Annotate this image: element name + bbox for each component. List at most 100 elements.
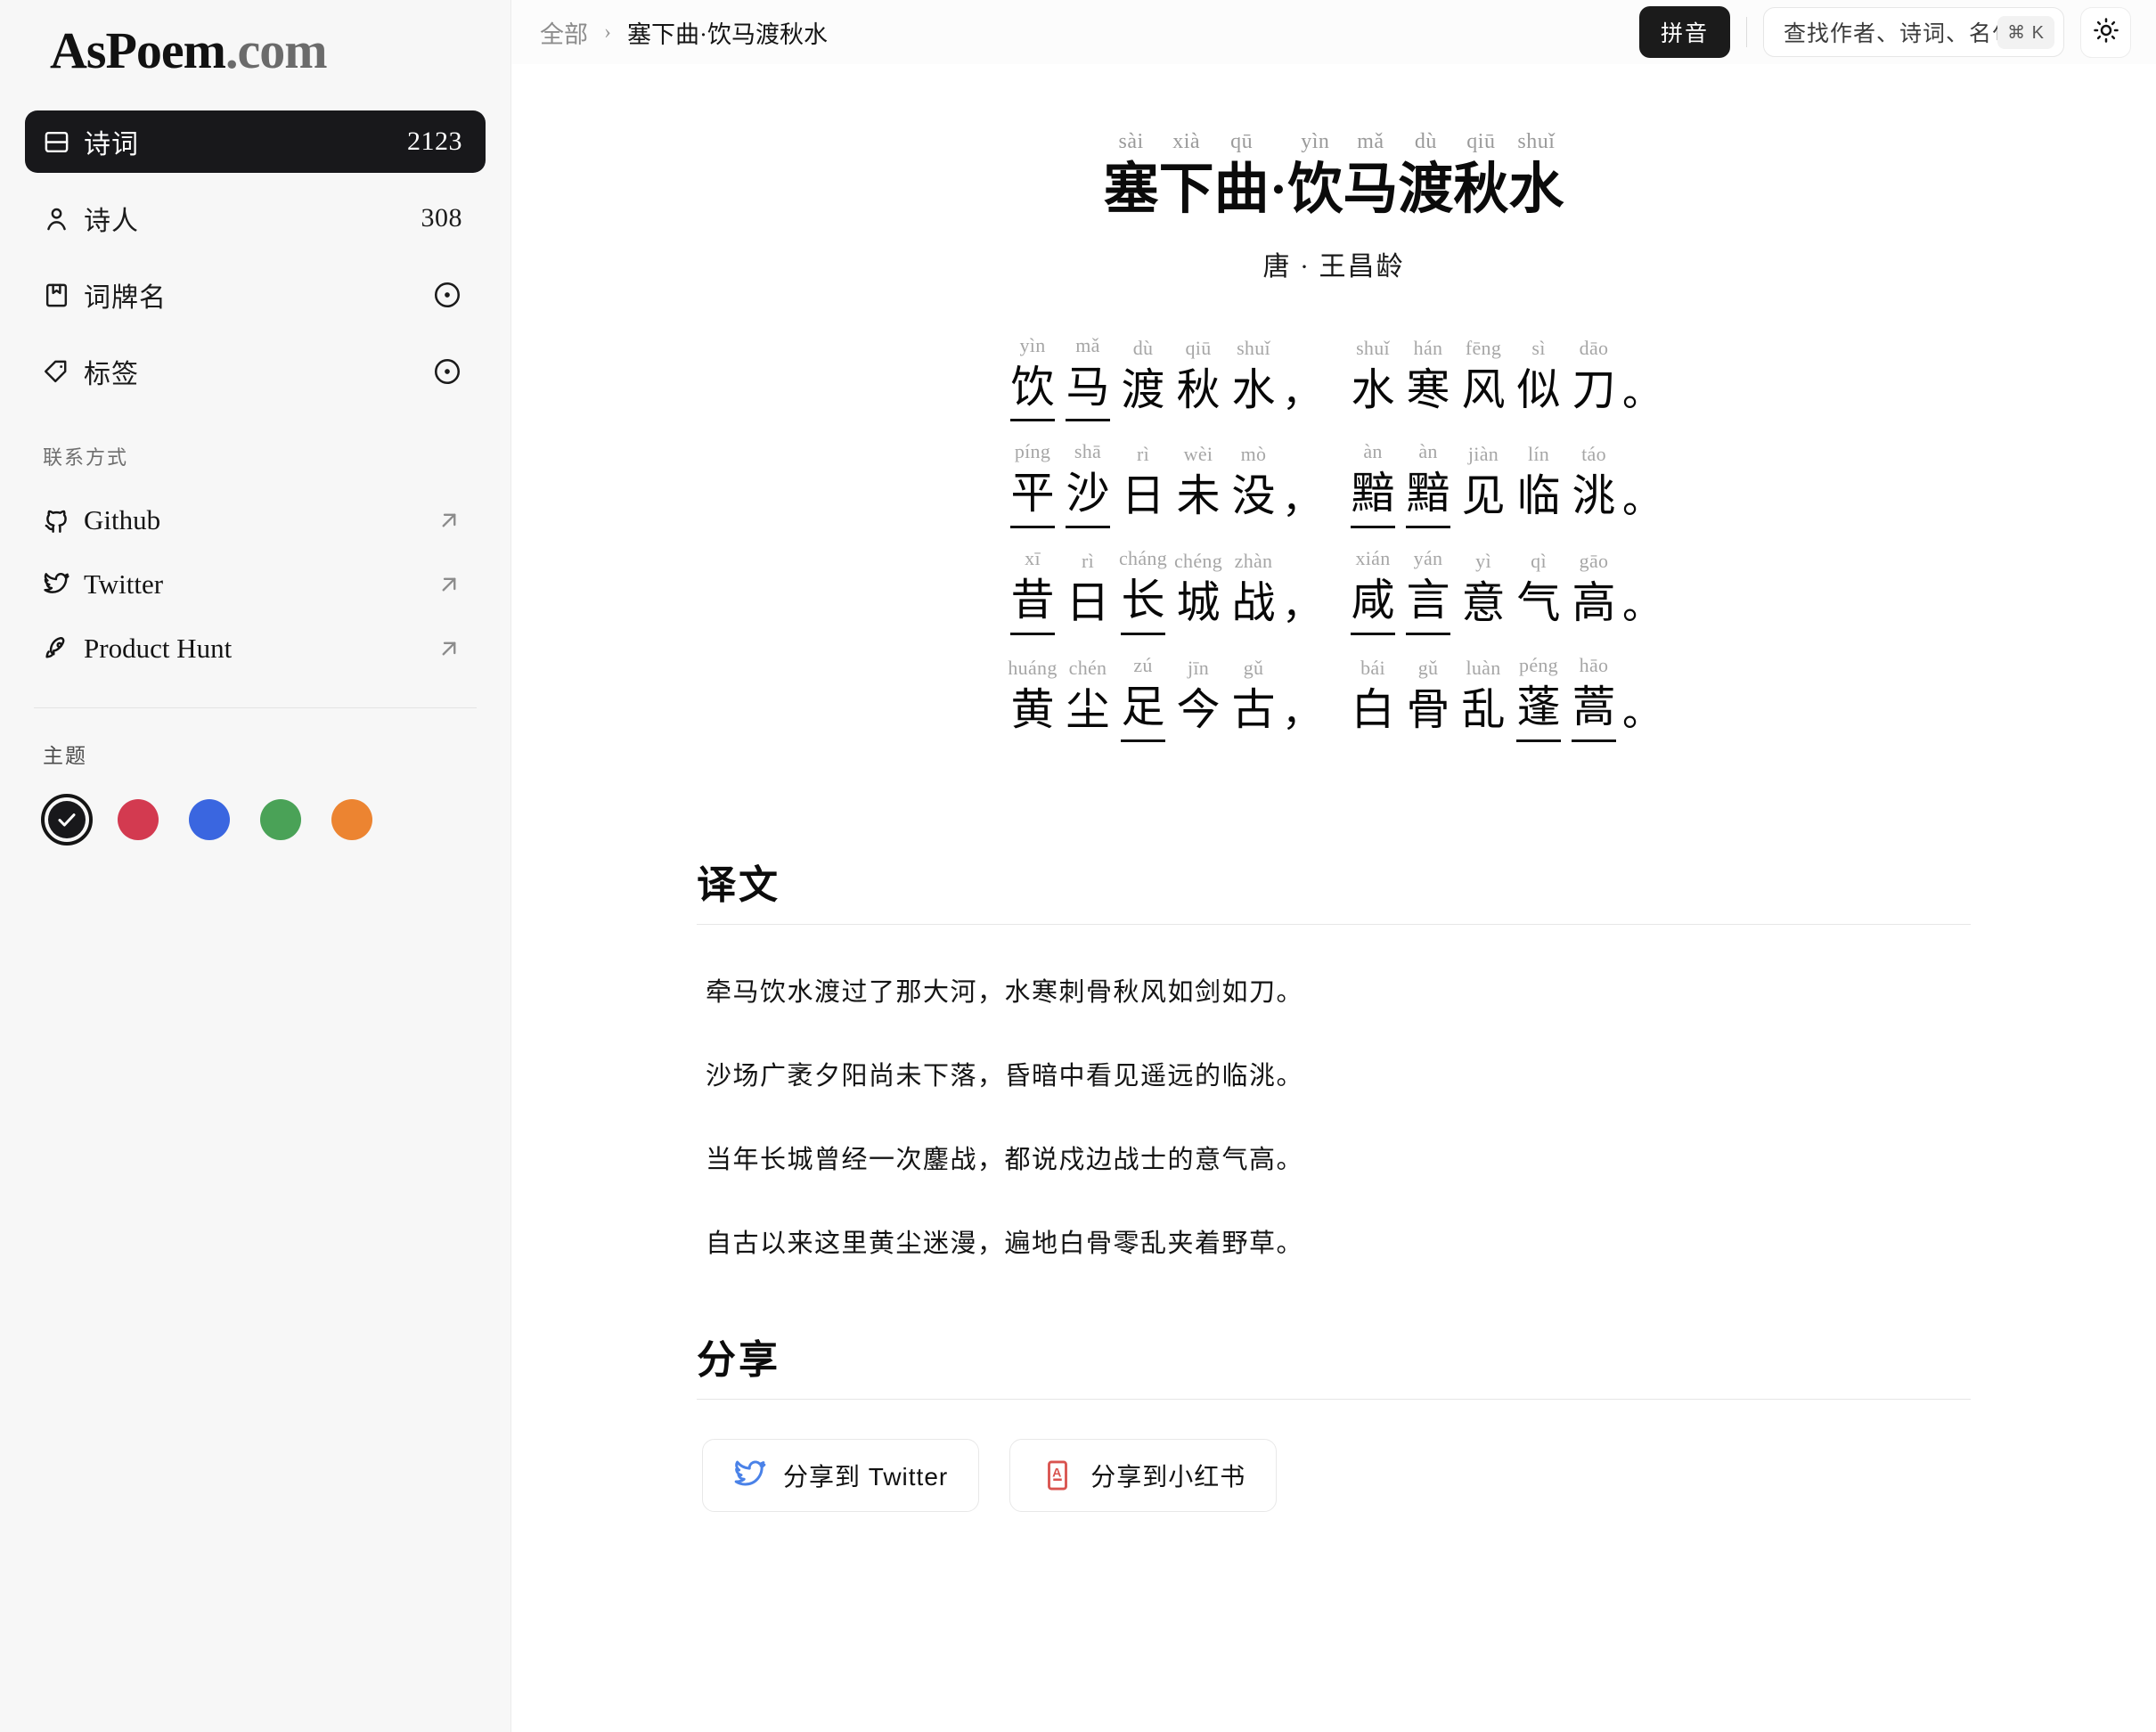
sidebar-item-poets[interactable]: 诗人308	[25, 187, 486, 249]
hanzi: ，	[1282, 581, 1321, 634]
theme-swatch-blue[interactable]	[184, 794, 235, 846]
sidebar-link-twitter[interactable]: Twitter	[25, 552, 486, 617]
poem-char: luàn乱	[1456, 658, 1511, 742]
poem-char[interactable]: xián咸	[1345, 548, 1401, 635]
poem-char: táo洮	[1566, 444, 1621, 528]
theme-swatch-red[interactable]	[112, 794, 164, 846]
hanzi: 意	[1461, 576, 1505, 635]
pinyin: chén	[1069, 658, 1107, 682]
poem-char: gāo高	[1566, 551, 1621, 635]
pinyin: jīn	[1188, 658, 1209, 682]
github-icon	[43, 507, 78, 535]
title-char: sài塞	[1104, 130, 1159, 225]
hanzi: 日	[1066, 576, 1109, 635]
chevron-right-icon: ›	[604, 20, 611, 45]
sidebar-item-label: 诗词	[78, 122, 407, 161]
hanzi: 昔	[1010, 573, 1054, 635]
poem-char[interactable]: píng平	[1005, 441, 1060, 528]
sidebar-link-github[interactable]: Github	[25, 488, 486, 552]
hanzi: 风	[1461, 363, 1505, 422]
hanzi: 刀	[1572, 363, 1615, 422]
pinyin: táo	[1581, 444, 1606, 469]
hanzi: 白	[1351, 682, 1394, 742]
poem-char: dù渡	[1115, 338, 1171, 422]
pinyin: shā	[1074, 441, 1101, 466]
poem-author[interactable]: 唐 · 王昌龄	[511, 244, 2156, 283]
hanzi: 饮	[1287, 157, 1343, 225]
theme-swatch-black[interactable]	[41, 794, 93, 846]
hanzi: 。	[1622, 688, 1662, 741]
hanzi: 骨	[1406, 682, 1450, 742]
sidebar-item-tags[interactable]: 标签	[25, 340, 486, 403]
hanzi: 高	[1572, 576, 1615, 635]
sidebar-item-poems[interactable]: 诗词2123	[25, 110, 486, 173]
poem-char[interactable]: zú足	[1115, 655, 1171, 742]
poem-char: chéng城	[1171, 551, 1226, 635]
breadcrumb-current: 塞下曲·饮马渡秋水	[627, 15, 828, 50]
hanzi: 见	[1461, 469, 1505, 528]
translation-line: 牵马饮水渡过了那大河，水寒刺骨秋风如剑如刀。	[697, 971, 1971, 1009]
poem-char: gǔ骨	[1401, 658, 1456, 742]
theme-toggle-button[interactable]	[2080, 7, 2131, 58]
poem-char[interactable]: yán言	[1401, 548, 1456, 635]
search-input[interactable]: 查找作者、诗词、名句... ⌘ K	[1763, 7, 2064, 57]
hanzi: 日	[1121, 469, 1164, 528]
poem-char: gǔ古	[1226, 658, 1281, 742]
poem-char[interactable]: yìn饮	[1005, 335, 1060, 422]
share-twitter-button[interactable]: 分享到 Twitter	[702, 1439, 979, 1512]
share-xiaohongshu-button[interactable]: A分享到小红书	[1009, 1439, 1277, 1512]
poem-char: sì似	[1511, 338, 1566, 422]
main-content: 全部 › 塞下曲·饮马渡秋水 拼音 查找作者、诗词、名句... ⌘ K	[511, 0, 2156, 1732]
poem-char[interactable]: xī昔	[1005, 548, 1060, 635]
hanzi: 黄	[1010, 682, 1054, 742]
pinyin: gāo	[1580, 551, 1609, 576]
brand-logo[interactable]: AsPoem.com	[25, 0, 486, 100]
sidebar-item-cipai[interactable]: 词牌名	[25, 264, 486, 326]
pinyin: cháng	[1119, 548, 1167, 573]
poem-char: mò没	[1226, 444, 1281, 528]
pinyin: àn	[1418, 441, 1437, 466]
hanzi: 未	[1176, 469, 1220, 528]
sidebar-link-product-hunt[interactable]: Product Hunt	[25, 617, 486, 681]
poem-char[interactable]: hāo蒿	[1566, 655, 1621, 742]
poem-char[interactable]: péng蓬	[1511, 655, 1566, 742]
poem-page: sài塞xià下qū曲·yìn饮mǎ马dù渡qiū秋shuǐ水 唐 · 王昌龄 …	[511, 130, 2156, 1512]
poem-char: qiū秋	[1171, 338, 1226, 422]
poem-char[interactable]: shā沙	[1060, 441, 1115, 528]
loading-dot-icon	[432, 356, 462, 387]
hanzi: 。	[1622, 368, 1662, 421]
pinyin: wèi	[1184, 444, 1213, 469]
poem-char[interactable]: àn黯	[1345, 441, 1401, 528]
user-icon	[43, 205, 78, 233]
brand-name: AsPoem	[50, 20, 225, 80]
pinyin: xià	[1172, 130, 1200, 157]
hanzi: 沙	[1066, 466, 1109, 528]
poem-char[interactable]: àn黯	[1401, 441, 1456, 528]
hanzi: 气	[1516, 576, 1560, 635]
sidebar-item-label: 词牌名	[78, 275, 432, 315]
breadcrumb-root[interactable]: 全部	[540, 15, 588, 50]
poem-char: jīn今	[1171, 658, 1226, 742]
hanzi: 马	[1343, 157, 1398, 225]
poem-punctuation: ，	[1281, 663, 1322, 741]
poem-char: qì气	[1511, 551, 1566, 635]
contact-links: GithubTwitterProduct Hunt	[25, 488, 486, 681]
title-char: xià下	[1159, 130, 1214, 225]
pinyin: rì	[1082, 551, 1094, 576]
pinyin: mǎ	[1075, 335, 1099, 360]
poem-char: huáng黄	[1005, 658, 1060, 742]
poem-char[interactable]: mǎ马	[1060, 335, 1115, 422]
primary-nav: 诗词2123 诗人308 词牌名标签	[25, 110, 486, 403]
hanzi: 没	[1231, 469, 1275, 528]
poem-punctuation: 。	[1621, 343, 1662, 421]
poem-char[interactable]: cháng长	[1115, 548, 1171, 635]
topbar: 全部 › 塞下曲·饮马渡秋水 拼音 查找作者、诗词、名句... ⌘ K	[511, 0, 2156, 64]
pinyin: xī	[1025, 548, 1041, 573]
theme-swatch-green[interactable]	[255, 794, 306, 846]
poem-punctuation: ，	[1281, 343, 1322, 421]
twitter-icon	[43, 571, 78, 599]
theme-swatch-orange[interactable]	[326, 794, 378, 846]
pinyin: qiū	[1466, 130, 1495, 157]
pinyin-toggle-button[interactable]: 拼音	[1639, 6, 1730, 58]
hanzi: 足	[1121, 680, 1164, 742]
